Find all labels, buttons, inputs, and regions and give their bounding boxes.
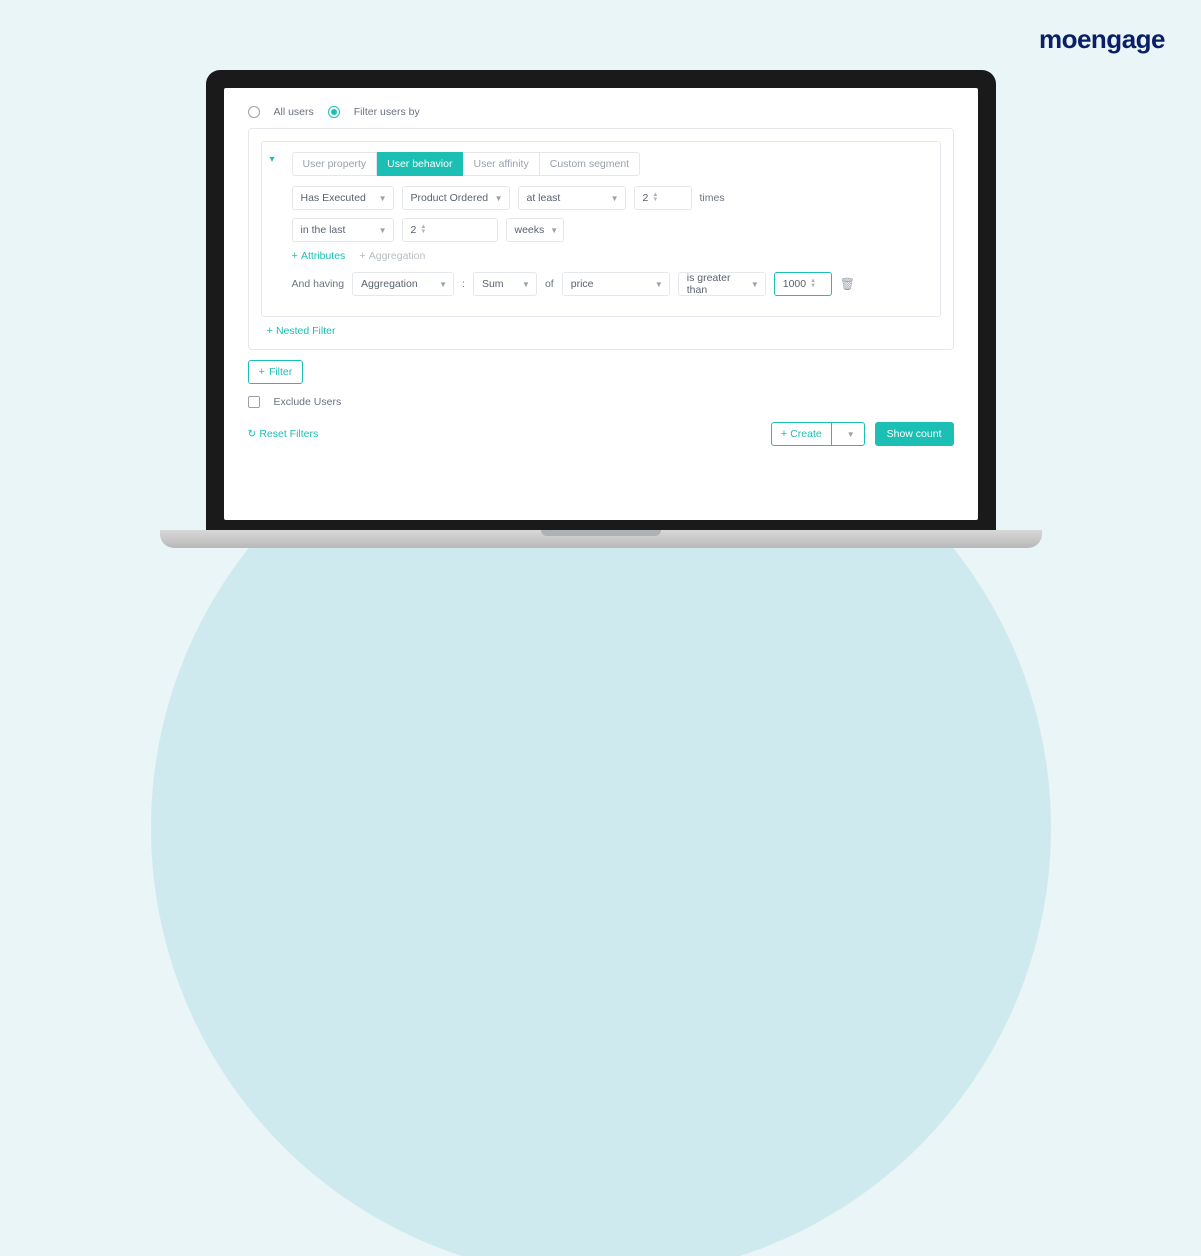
plus-icon: + <box>267 325 273 337</box>
chevron-down-icon: ▼ <box>550 226 558 235</box>
collapse-icon[interactable]: ▾ <box>270 154 275 165</box>
select-condition[interactable]: at least▼ <box>518 186 626 210</box>
step-down-icon[interactable]: ▼ <box>652 198 658 203</box>
tab-user-affinity[interactable]: User affinity <box>463 152 539 176</box>
step-down-icon[interactable]: ▼ <box>810 284 816 289</box>
filter-group: ▾ User property User behavior User affin… <box>248 128 954 350</box>
chevron-down-icon: ▼ <box>751 280 759 289</box>
label-of: of <box>545 278 554 290</box>
chevron-down-icon: ▼ <box>847 430 855 439</box>
tab-user-property[interactable]: User property <box>292 152 378 176</box>
select-aggregation[interactable]: Aggregation▼ <box>352 272 454 296</box>
select-property[interactable]: price▼ <box>562 272 670 296</box>
chevron-down-icon: ▼ <box>379 194 387 203</box>
radio-filter-by[interactable] <box>328 106 340 118</box>
select-func[interactable]: Sum▼ <box>473 272 537 296</box>
add-nested-filter-button[interactable]: +Nested Filter <box>267 325 336 337</box>
add-filter-button[interactable]: +Filter <box>248 360 304 384</box>
show-count-button[interactable]: Show count <box>875 422 954 446</box>
create-button-group: +Create ▼ <box>771 422 865 446</box>
reset-filters-button[interactable]: ↻Reset Filters <box>248 428 319 440</box>
plus-icon: + <box>259 366 265 378</box>
chevron-down-icon: ▼ <box>611 194 619 203</box>
input-count[interactable]: 2▲▼ <box>634 186 692 210</box>
label-colon: : <box>462 278 465 290</box>
checkbox-exclude[interactable] <box>248 396 260 408</box>
radio-label-all: All users <box>274 106 314 118</box>
select-timeunit[interactable]: weeks▼ <box>506 218 564 242</box>
app-screen: All users Filter users by ▾ User propert… <box>224 88 978 520</box>
filter-block: ▾ User property User behavior User affin… <box>261 141 941 317</box>
plus-icon: + <box>359 250 365 262</box>
chevron-down-icon: ▼ <box>655 280 663 289</box>
label-and-having: And having <box>292 278 345 290</box>
select-operator[interactable]: is greater than▼ <box>678 272 766 296</box>
select-timescope[interactable]: in the last▼ <box>292 218 394 242</box>
select-event[interactable]: Product Ordered▼ <box>402 186 510 210</box>
add-attributes-button[interactable]: +Attributes <box>292 250 346 262</box>
chevron-down-icon: ▼ <box>522 280 530 289</box>
input-value[interactable]: 1000▲▼ <box>774 272 832 296</box>
radio-label-filter: Filter users by <box>354 106 420 118</box>
create-button[interactable]: +Create <box>772 423 831 445</box>
add-aggregation-button: +Aggregation <box>359 250 425 262</box>
tab-custom-segment[interactable]: Custom segment <box>540 152 640 176</box>
laptop-mockup: All users Filter users by ▾ User propert… <box>206 70 996 548</box>
select-executed[interactable]: Has Executed▼ <box>292 186 394 210</box>
input-timenum[interactable]: 2▲▼ <box>402 218 498 242</box>
chevron-down-icon: ▼ <box>495 194 503 203</box>
chevron-down-icon: ▼ <box>379 226 387 235</box>
trash-icon[interactable]: 🗑 <box>840 277 855 291</box>
label-exclude: Exclude Users <box>274 396 342 408</box>
brand-logo: moengage <box>1039 24 1165 55</box>
refresh-icon: ↻ <box>248 428 257 440</box>
radio-all-users[interactable] <box>248 106 260 118</box>
chevron-down-icon: ▼ <box>439 280 447 289</box>
create-dropdown[interactable]: ▼ <box>831 423 864 445</box>
label-times: times <box>700 192 725 204</box>
plus-icon: + <box>292 250 298 262</box>
tab-user-behavior[interactable]: User behavior <box>377 152 463 176</box>
plus-icon: + <box>781 428 787 440</box>
step-down-icon[interactable]: ▼ <box>420 230 426 235</box>
